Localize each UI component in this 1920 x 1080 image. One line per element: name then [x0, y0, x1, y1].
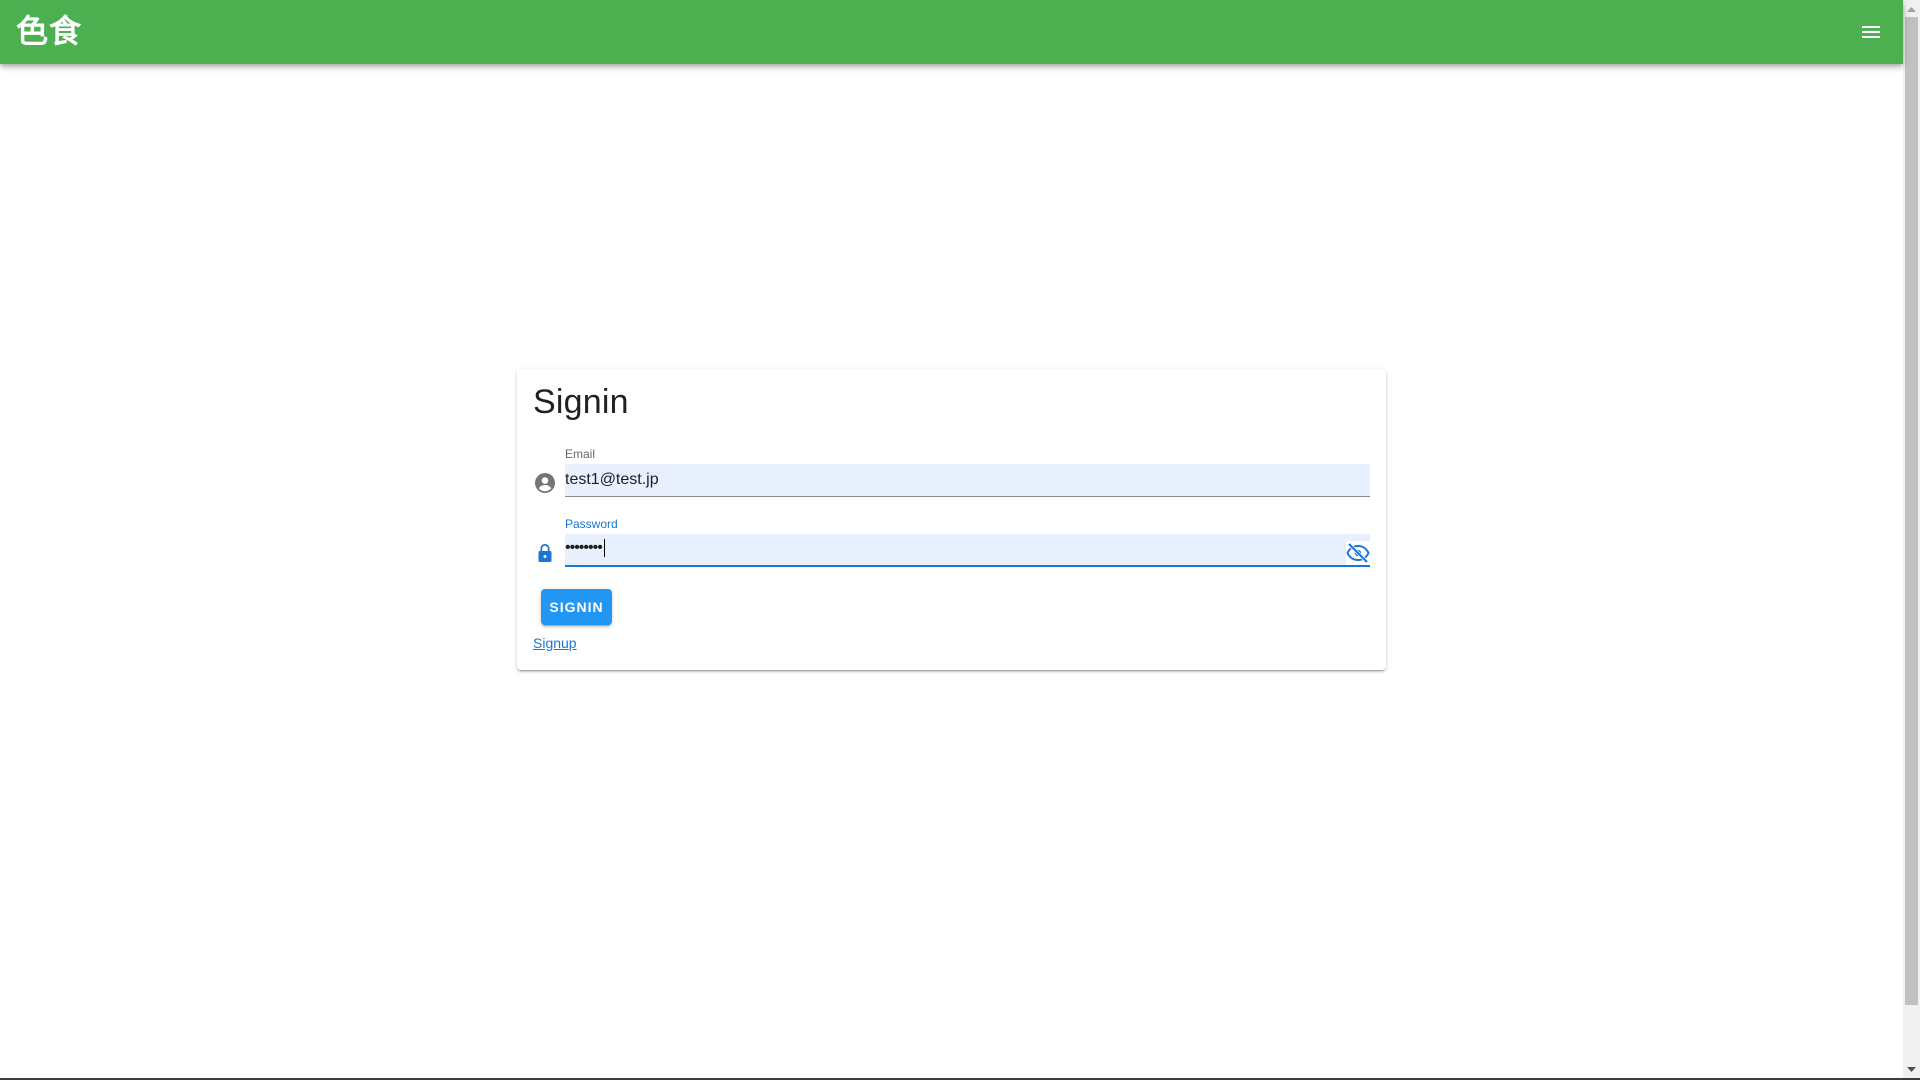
- email-value: test1@test.jp: [565, 471, 659, 488]
- eye-off-icon[interactable]: [1346, 541, 1370, 565]
- page-viewport: 色食 Signin Email test1@test.jp Password •…: [0, 0, 1903, 1078]
- lock-icon: [538, 544, 552, 562]
- card-title: Signin: [533, 383, 629, 421]
- scroll-up-arrow[interactable]: [1903, 0, 1920, 17]
- scroll-down-icon: [1907, 1066, 1916, 1072]
- password-label: Password: [565, 517, 618, 531]
- password-masked-value: ••••••••: [565, 539, 605, 557]
- email-input[interactable]: test1@test.jp: [565, 464, 1370, 497]
- app-title[interactable]: 色食: [16, 9, 82, 53]
- signup-link[interactable]: Signup: [533, 635, 577, 651]
- app-bar: 色食: [0, 0, 1903, 64]
- email-field-row: Email test1@test.jp: [533, 447, 1370, 507]
- password-field-row: Password ••••••••: [533, 517, 1370, 577]
- password-input[interactable]: ••••••••: [565, 534, 1370, 567]
- menu-button[interactable]: [1849, 10, 1893, 54]
- signin-card: Signin Email test1@test.jp Password ••••…: [517, 369, 1386, 670]
- account-circle-icon: [535, 473, 555, 493]
- scroll-up-icon: [1907, 6, 1916, 12]
- signin-button[interactable]: SIGNIN: [541, 589, 612, 625]
- vertical-scrollbar[interactable]: [1903, 0, 1920, 1078]
- email-label: Email: [565, 447, 596, 461]
- text-caret: [603, 539, 605, 557]
- hamburger-menu-icon: [1862, 26, 1880, 38]
- scroll-down-arrow[interactable]: [1903, 1061, 1920, 1078]
- scroll-thumb[interactable]: [1905, 17, 1918, 1005]
